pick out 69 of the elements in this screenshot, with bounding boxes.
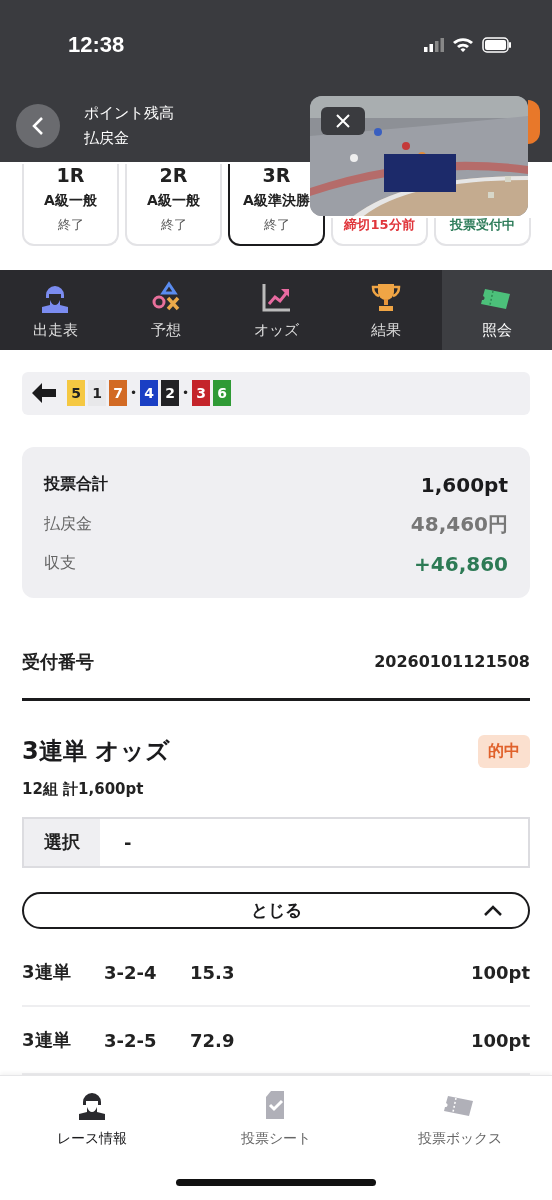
- header-title: ポイント残高: [84, 104, 174, 123]
- bottom-tab[interactable]: 投票シート: [184, 1088, 368, 1148]
- race-class: A級一般: [147, 192, 200, 210]
- summary-label: 払戻金: [44, 513, 92, 535]
- close-icon: [336, 114, 350, 128]
- summary-label: 投票合計: [44, 474, 108, 496]
- bike-number: 1: [88, 380, 106, 407]
- chevron-up-icon: [484, 905, 502, 918]
- header-button[interactable]: [528, 100, 540, 144]
- bet-type: 3連単: [22, 1028, 72, 1052]
- header-subtitle: 払戻金: [84, 129, 130, 148]
- race-number: 1R: [56, 164, 85, 186]
- selection-field[interactable]: 選択 -: [22, 816, 530, 869]
- bet-combination: 3-2-5: [104, 1029, 158, 1051]
- bet-type: 3連単: [22, 960, 72, 984]
- collapse-button[interactable]: とじる: [22, 892, 530, 929]
- bottom-tab[interactable]: レース情報: [0, 1088, 184, 1148]
- bet-odds: 15.3: [190, 961, 235, 983]
- bottom-tab[interactable]: 投票ボックス: [368, 1088, 552, 1148]
- field-value: -: [123, 830, 132, 855]
- battery-icon: [482, 37, 512, 53]
- separator: •: [182, 386, 190, 401]
- race-tab[interactable]: 2R A級一般 終了: [125, 164, 222, 246]
- race-tab[interactable]: 3R A級準決勝 終了: [228, 164, 325, 246]
- race-status: 締切15分前: [344, 216, 415, 234]
- bet-amount: 100pt: [470, 1029, 530, 1051]
- bike-number: 2: [161, 380, 180, 407]
- race-number: 3R: [262, 164, 291, 186]
- bet-odds: 72.9: [190, 1029, 235, 1051]
- separator: •: [130, 386, 138, 401]
- bet-summary: 12組 計1,600pt: [22, 779, 145, 799]
- race-status: 終了: [160, 216, 187, 234]
- bet-combination: 3-2-4: [104, 961, 158, 983]
- status-time: 12:38: [68, 32, 125, 58]
- receipt-number: 20260101121508: [374, 652, 530, 672]
- nav-tab[interactable]: 予想: [110, 270, 221, 350]
- summary-value: +46,860: [414, 551, 508, 576]
- chevron-left-icon: [32, 116, 44, 136]
- race-status: 終了: [57, 216, 84, 234]
- summary-value: 1,600pt: [420, 472, 508, 497]
- race-tab[interactable]: 締切15分前: [331, 218, 428, 246]
- race-class: A級一般: [44, 192, 97, 210]
- field-label: 選択: [24, 818, 100, 867]
- receipt-label: 受付番号: [22, 649, 94, 674]
- arrow-left-icon: [32, 383, 56, 404]
- wifi-icon: [452, 37, 474, 53]
- race-status: 終了: [263, 216, 290, 234]
- nav-tab[interactable]: 照会: [441, 270, 552, 350]
- nav-tab[interactable]: オッズ: [220, 270, 332, 350]
- bike-number: 3: [192, 380, 211, 407]
- nav-tab[interactable]: 結果: [331, 270, 442, 350]
- back-button[interactable]: [16, 104, 60, 148]
- signal-icon: [424, 38, 444, 52]
- race-class: A級準決勝: [243, 192, 310, 210]
- summary-label: 収支: [44, 553, 76, 575]
- hit-badge: 的中: [478, 734, 530, 768]
- summary-value: 48,460円: [410, 510, 508, 538]
- nav-tab[interactable]: 出走表: [0, 270, 111, 350]
- race-number: 2R: [159, 164, 188, 186]
- close-button[interactable]: [321, 107, 365, 135]
- bet-amount: 100pt: [470, 961, 530, 983]
- bike-number: 6: [213, 380, 232, 407]
- race-tab[interactable]: 投票受付中: [434, 218, 531, 246]
- race-status: 投票受付中: [450, 216, 515, 234]
- bike-number: 7: [109, 380, 127, 407]
- bike-number: 4: [140, 380, 159, 407]
- race-tab[interactable]: 1R A級一般 終了: [22, 164, 119, 246]
- bike-number: 5: [67, 380, 85, 407]
- bet-title: 3連単 オッズ: [22, 736, 171, 768]
